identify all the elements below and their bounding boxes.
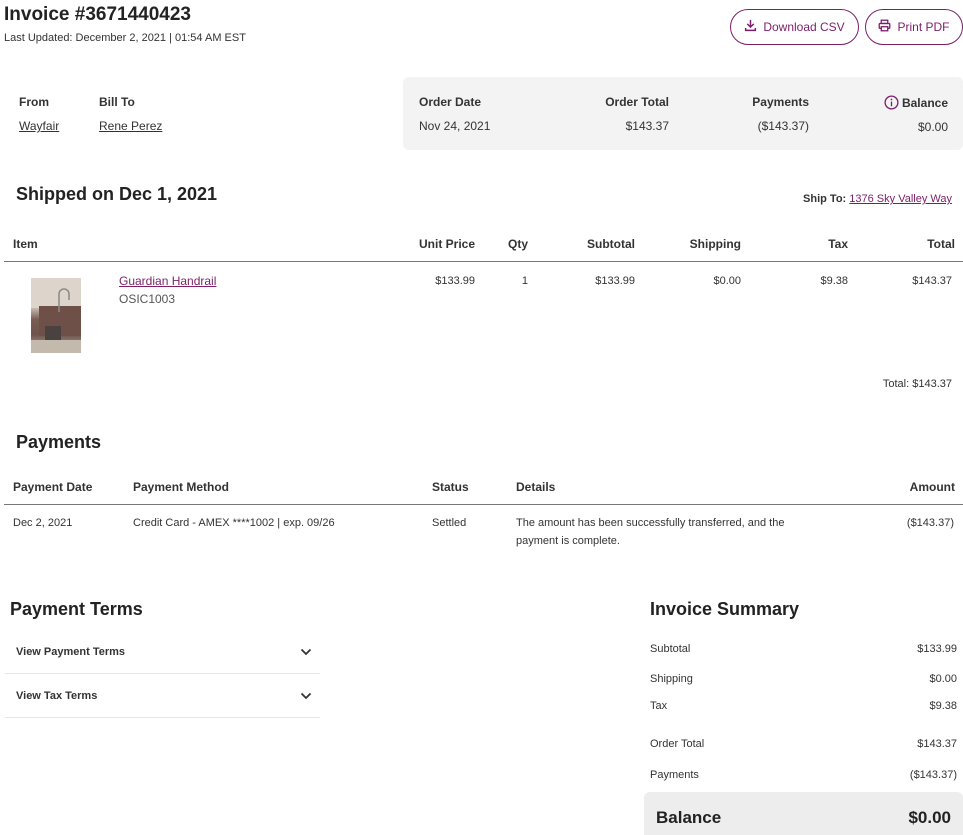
summary-subtotal-value: $133.99 xyxy=(917,643,957,655)
summary-payments-value: ($143.37) xyxy=(909,769,957,781)
column-header-payment-date: Payment Date xyxy=(13,480,93,494)
summary-subtotal-label: Subtotal xyxy=(650,643,691,655)
view-tax-terms-toggle[interactable]: View Tax Terms xyxy=(5,674,320,718)
table-divider xyxy=(4,261,963,262)
download-icon xyxy=(744,19,757,35)
product-image[interactable] xyxy=(31,278,81,353)
last-updated-text: Last Updated: December 2, 2021 | 01:54 A… xyxy=(4,32,246,44)
from-link[interactable]: Wayfair xyxy=(19,119,59,133)
summary-balance-value: $0.00 xyxy=(908,808,951,827)
download-csv-button[interactable]: Download CSV xyxy=(730,9,859,45)
payment-date: Dec 2, 2021 xyxy=(13,517,73,529)
print-pdf-label: Print PDF xyxy=(897,20,950,34)
bill-to-link[interactable]: Rene Perez xyxy=(99,119,162,133)
ship-to-address-link[interactable]: 1376 Sky Valley Way xyxy=(849,193,952,205)
payment-method: Credit Card - AMEX ****1002 | exp. 09/26 xyxy=(133,517,335,529)
summary-payments-label: Payments xyxy=(650,769,699,781)
payment-amount: ($143.37) xyxy=(906,517,954,529)
from-label: From xyxy=(19,95,49,109)
view-payment-terms-toggle[interactable]: View Payment Terms xyxy=(5,630,320,674)
item-shipping: $0.00 xyxy=(713,275,741,287)
summary-tax-label: Tax xyxy=(650,700,668,712)
balance-label: Balance xyxy=(901,96,948,110)
summary-order-total-label: Order Total xyxy=(650,738,705,750)
item-tax: $9.38 xyxy=(820,275,848,287)
info-icon[interactable] xyxy=(884,95,899,113)
item-unit-price: $133.99 xyxy=(435,275,475,287)
payments-label: Payments xyxy=(752,95,809,109)
ship-to-label: Ship To: xyxy=(803,193,847,205)
order-total-label: Order Total xyxy=(605,95,669,109)
shipment-total: Total: $143.37 xyxy=(882,378,952,390)
payment-details-line-1: The amount has been successfully transfe… xyxy=(516,517,785,529)
payment-status: Settled xyxy=(432,517,467,529)
view-payment-terms-label: View Payment Terms xyxy=(16,645,126,658)
item-total: $143.37 xyxy=(912,275,952,287)
summary-tax-value: $9.38 xyxy=(929,700,957,712)
column-header-details: Details xyxy=(516,480,556,494)
page-title: Invoice #3671440423 xyxy=(4,4,191,25)
summary-order-total-value: $143.37 xyxy=(917,738,957,750)
order-date-value: Nov 24, 2021 xyxy=(419,119,491,133)
column-header-tax: Tax xyxy=(828,237,848,251)
column-header-amount: Amount xyxy=(909,480,955,494)
print-pdf-button[interactable]: Print PDF xyxy=(865,9,963,45)
order-date-label: Order Date xyxy=(419,95,482,109)
payment-terms-title: Payment Terms xyxy=(10,599,143,619)
column-header-total: Total xyxy=(927,237,955,251)
printer-icon xyxy=(878,19,891,35)
download-csv-label: Download CSV xyxy=(763,20,845,34)
payments-table-divider xyxy=(4,504,963,505)
summary-shipping-value: $0.00 xyxy=(929,673,957,685)
column-header-shipping: Shipping xyxy=(689,237,741,251)
product-name-link[interactable]: Guardian Handrail xyxy=(119,274,216,288)
column-header-qty: Qty xyxy=(507,237,528,251)
bill-to-label: Bill To xyxy=(99,95,135,109)
item-qty: 1 xyxy=(521,275,528,287)
balance-value: $0.00 xyxy=(917,120,948,134)
order-summary-panel xyxy=(403,77,963,150)
payments-title: Payments xyxy=(16,432,102,452)
view-tax-terms-label: View Tax Terms xyxy=(16,689,98,702)
summary-shipping-label: Shipping xyxy=(650,673,693,685)
column-header-subtotal: Subtotal xyxy=(587,237,635,251)
ship-to: Ship To: 1376 Sky Valley Way xyxy=(803,193,952,205)
chevron-down-icon xyxy=(300,645,312,659)
order-total-value: $143.37 xyxy=(625,119,669,133)
payments-value: ($143.37) xyxy=(757,119,809,133)
chevron-down-icon xyxy=(300,689,312,703)
summary-balance-label: Balance xyxy=(656,808,722,827)
product-sku: OSIC1003 xyxy=(119,292,176,306)
column-header-item: Item xyxy=(13,237,38,251)
item-subtotal: $133.99 xyxy=(595,275,635,287)
column-header-unit-price: Unit Price xyxy=(418,237,475,251)
column-header-status: Status xyxy=(432,480,469,494)
shipment-title: Shipped on Dec 1, 2021 xyxy=(16,184,218,204)
payment-details-line-2: payment is complete. xyxy=(516,535,620,547)
invoice-summary-title: Invoice Summary xyxy=(650,599,800,619)
column-header-payment-method: Payment Method xyxy=(133,480,230,494)
